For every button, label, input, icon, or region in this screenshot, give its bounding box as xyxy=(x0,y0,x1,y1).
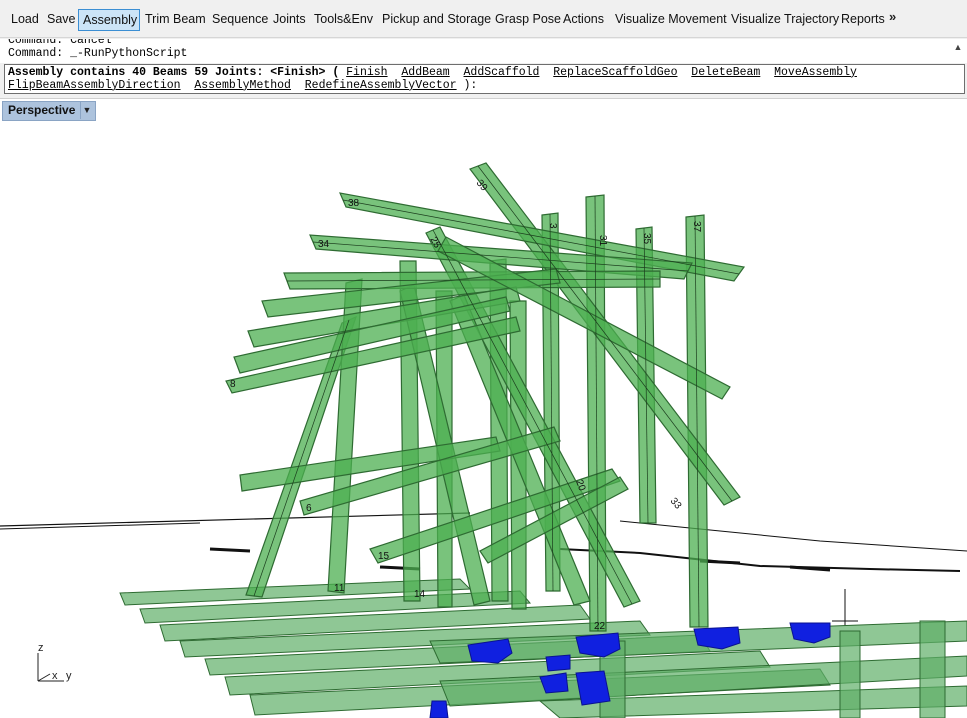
beam-label: 3 xyxy=(547,223,558,229)
tab-trim-beam[interactable]: Trim Beam xyxy=(141,9,210,31)
axis-gizmo: z x y xyxy=(37,642,72,682)
toolbar-overflow-button[interactable]: » xyxy=(889,9,896,24)
option-redefine-assembly-vector[interactable]: RedefineAssemblyVector xyxy=(305,79,457,92)
viewport-menu-chevron-down-icon[interactable]: ▼ xyxy=(80,102,93,119)
beam-label: 33 xyxy=(668,496,684,512)
tab-pickup-storage[interactable]: Pickup and Storage xyxy=(378,9,495,31)
tab-joints[interactable]: Joints xyxy=(269,9,310,31)
option-add-beam[interactable]: AddBeam xyxy=(401,66,449,79)
beam-label: 6 xyxy=(306,503,312,514)
axis-label-y: y xyxy=(66,670,72,682)
prompt-end: ): xyxy=(456,79,478,92)
beam-label: 15 xyxy=(378,551,390,562)
tab-visualize-movement[interactable]: Visualize Movement xyxy=(611,9,731,31)
tab-reports[interactable]: Reports xyxy=(837,9,889,31)
viewport-canvas[interactable]: 38 39 34 25 3 31 35 37 33 20 15 14 11 22… xyxy=(0,99,967,718)
history-scroll-up-icon[interactable]: ▲ xyxy=(951,40,965,54)
axis-label-z: z xyxy=(38,642,44,654)
command-history: Command: Cancel Command: _-RunPythonScri… xyxy=(0,39,967,63)
tab-sequence[interactable]: Sequence xyxy=(208,9,272,31)
prompt-message: Assembly contains 40 Beams 59 Joints: <F… xyxy=(8,66,347,79)
option-assembly-method[interactable]: AssemblyMethod xyxy=(194,79,291,92)
tab-grasp-pose[interactable]: Grasp Pose xyxy=(491,9,565,31)
beam-assembly xyxy=(225,162,746,632)
option-move-assembly[interactable]: MoveAssembly xyxy=(774,66,857,79)
axis-label-x: x xyxy=(52,670,58,682)
option-flip-beam-assembly-direction[interactable]: FlipBeamAssemblyDirection xyxy=(8,79,181,92)
tab-assembly[interactable]: Assembly xyxy=(78,9,140,31)
option-replace-scaffold-geo[interactable]: ReplaceScaffoldGeo xyxy=(553,66,677,79)
beam-label: 22 xyxy=(594,621,606,632)
beam-label: 31 xyxy=(597,235,608,247)
scaffold-base xyxy=(119,578,967,718)
beam-label: 37 xyxy=(691,221,702,233)
tab-load[interactable]: Load xyxy=(7,9,43,31)
beam-label: 38 xyxy=(348,198,360,209)
beam-label: 11 xyxy=(334,583,345,594)
option-add-scaffold[interactable]: AddScaffold xyxy=(464,66,540,79)
beam-label: 14 xyxy=(414,589,426,600)
main-toolbar: Load Save Assembly Trim Beam Sequence Jo… xyxy=(0,0,967,38)
beam-label: 34 xyxy=(318,239,330,250)
tab-tools-env[interactable]: Tools&Env xyxy=(310,9,377,31)
beam-label: 8 xyxy=(230,379,236,390)
history-line: Command: _-RunPythonScript xyxy=(8,47,188,60)
prompt-row-1: Assembly contains 40 Beams 59 Joints: <F… xyxy=(8,66,857,79)
tab-actions[interactable]: Actions xyxy=(559,9,608,31)
tab-visualize-trajectory[interactable]: Visualize Trajectory xyxy=(727,9,843,31)
prompt-row-2: FlipBeamAssemblyDirection AssemblyMethod… xyxy=(8,79,477,92)
option-delete-beam[interactable]: DeleteBeam xyxy=(691,66,760,79)
option-finish[interactable]: Finish xyxy=(346,66,387,79)
tab-save[interactable]: Save xyxy=(43,9,80,31)
command-prompt[interactable]: Assembly contains 40 Beams 59 Joints: <F… xyxy=(4,64,965,94)
beam-label: 35 xyxy=(641,233,652,245)
history-line: Command: Cancel xyxy=(8,39,112,47)
perspective-viewport[interactable]: 38 39 34 25 3 31 35 37 33 20 15 14 11 22… xyxy=(0,98,967,718)
viewport-title: Perspective xyxy=(8,103,76,117)
